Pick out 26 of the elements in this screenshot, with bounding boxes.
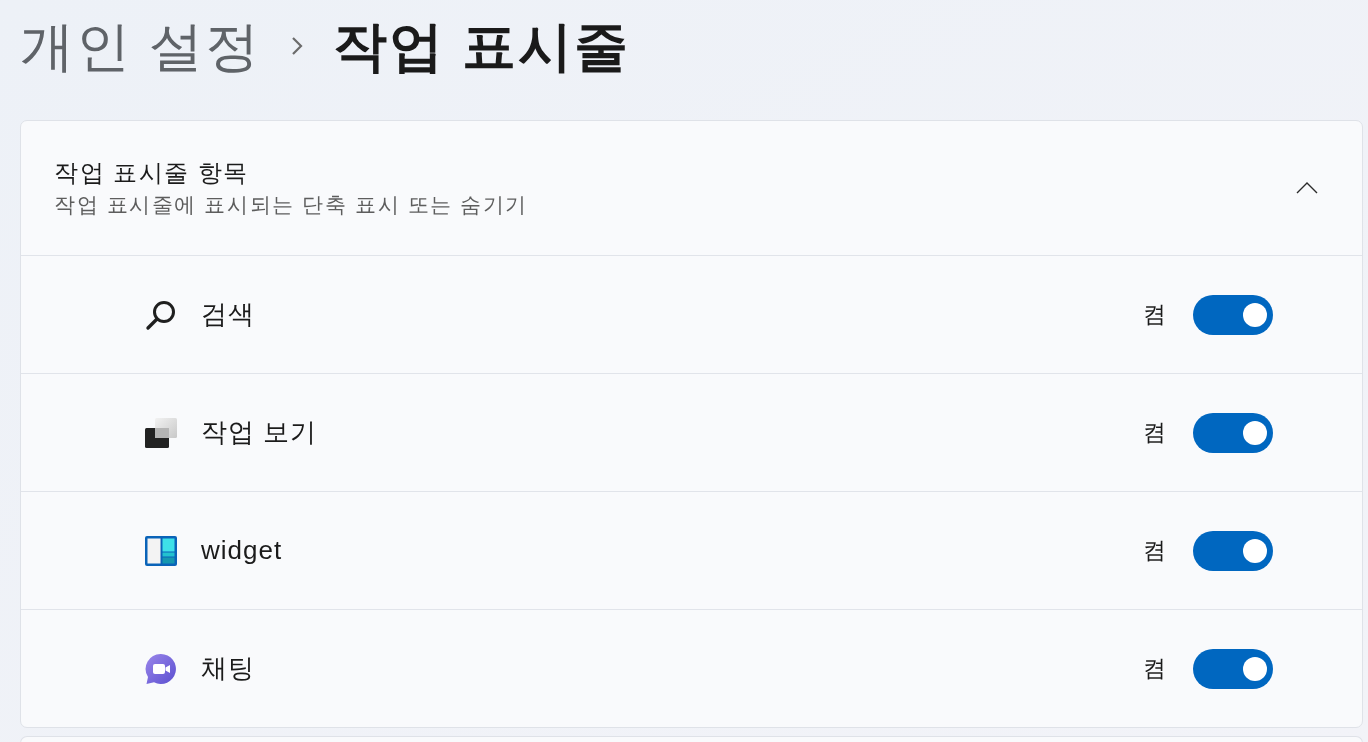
toggle-status: 켬 [1143,536,1166,566]
toggle-knob-icon [1243,656,1267,681]
item-label: 작업 보기 [201,416,319,449]
chat-bubble-icon [145,652,177,685]
page-title: 작업 표시줄 [333,15,631,78]
toggle-knob-icon [1243,302,1267,327]
item-label: widget [201,534,284,567]
toggle-switch[interactable] [1193,412,1273,453]
toggle-switch[interactable] [1193,648,1273,689]
toggle-switch[interactable] [1193,530,1273,571]
search-icon [145,298,177,331]
chevron-up-icon [1296,182,1318,194]
section-title: 작업 표시줄 항목 [54,158,250,188]
item-label: 채팅 [201,652,256,685]
toggle-status: 켬 [1143,418,1166,448]
section-subtitle: 작업 표시줄에 표시되는 단축 표시 또는 숨기기 [54,192,529,218]
toggle-status: 켬 [1143,300,1166,330]
breadcrumb-link[interactable]: 개인 설정 [20,14,261,78]
chevron-right-icon [291,36,303,56]
panels-icon [145,535,177,566]
toggle-knob-icon [1243,420,1267,445]
overlapping-squares-icon [145,417,177,448]
toggle-status: 켬 [1143,654,1166,684]
toggle-switch[interactable] [1193,294,1273,335]
item-label: 검색 [201,298,256,331]
toggle-knob-icon [1243,538,1267,563]
